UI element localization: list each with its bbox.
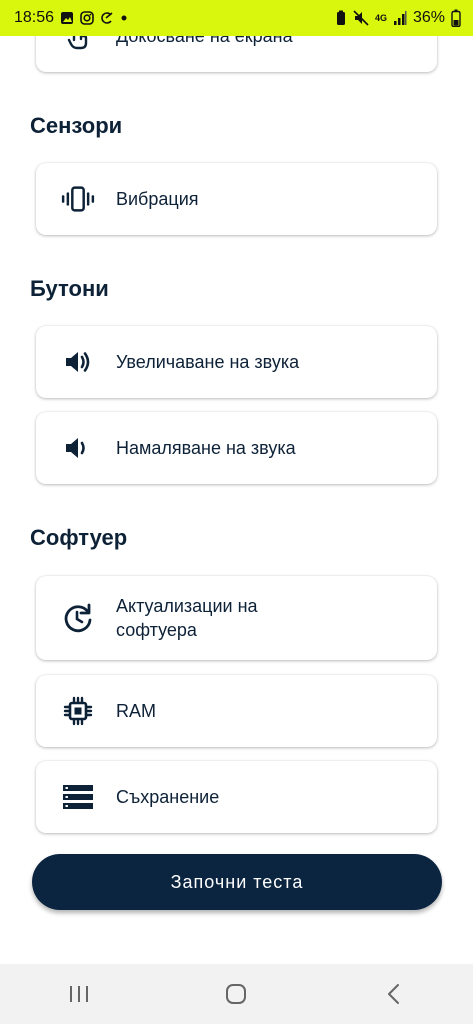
volume-up-card[interactable]: Увеличаване на звука	[36, 326, 437, 398]
battery-percent: 36%	[412, 9, 445, 26]
volume-up-icon	[60, 344, 96, 380]
start-test-button[interactable]: Започни теста	[32, 854, 442, 910]
software-update-card[interactable]: Актуализации на софтуера	[36, 576, 437, 660]
volume-down-label: Намаляване на звука	[116, 438, 296, 458]
touch-icon	[60, 36, 96, 56]
volume-up-label: Увеличаване на звука	[116, 352, 300, 372]
app-icon	[100, 11, 114, 25]
storage-card[interactable]: Съхранение	[36, 761, 437, 833]
ram-label: RAM	[116, 701, 156, 721]
vibration-label: Вибрация	[116, 189, 199, 209]
section-title-sensors: Сензори	[30, 113, 123, 138]
test-list[interactable]: Докосване на екрана Сензори Вибрация Бут…	[0, 36, 473, 964]
storage-icon	[60, 779, 96, 815]
update-icon	[60, 600, 96, 636]
chip-icon	[60, 693, 96, 729]
vibration-card[interactable]: Вибрация	[36, 163, 437, 235]
signal-icon	[393, 10, 407, 26]
section-title-buttons: Бутони	[30, 276, 109, 301]
volume-down-icon	[60, 430, 96, 466]
battery-saver-icon	[335, 10, 347, 26]
touch-screen-card[interactable]: Докосване на екрана	[36, 36, 437, 72]
mute-icon	[353, 10, 369, 26]
status-right: 4G 36%	[335, 9, 461, 27]
vibration-icon	[60, 181, 96, 217]
volume-down-card[interactable]: Намаляване на звука	[36, 412, 437, 484]
instagram-icon	[80, 11, 94, 25]
home-icon[interactable]	[206, 974, 266, 1014]
storage-label: Съхранение	[116, 787, 220, 807]
status-time: 18:56	[14, 9, 55, 26]
status-bar: 18:56 4G 36%	[0, 0, 473, 36]
system-nav-bar	[0, 964, 473, 1024]
back-icon[interactable]	[364, 974, 424, 1014]
dot-icon	[120, 14, 128, 22]
battery-icon	[451, 9, 461, 27]
network-label: 4G	[374, 13, 387, 23]
touch-screen-label: Докосване на екрана	[116, 36, 293, 46]
status-left: 18:56	[14, 9, 128, 27]
recent-apps-icon[interactable]	[49, 974, 109, 1014]
section-title-software: Софтуер	[30, 525, 128, 550]
gallery-icon	[60, 11, 74, 25]
ram-card[interactable]: RAM	[36, 675, 437, 747]
software-update-label: Актуализации на софтуера	[116, 596, 258, 640]
